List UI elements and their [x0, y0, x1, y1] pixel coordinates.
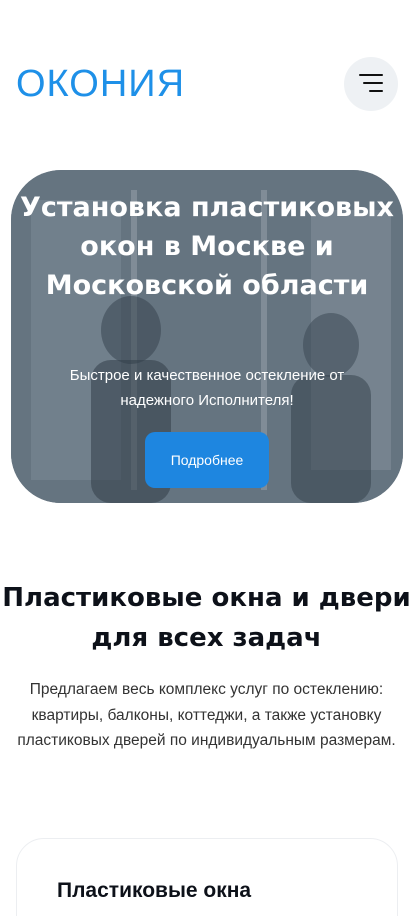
hero-title: Установка пластиковых окон в Москве и Мо… — [20, 192, 394, 301]
hamburger-menu-icon — [359, 74, 383, 76]
service-card-title: Пластиковые окна — [57, 879, 252, 902]
menu-button[interactable] — [344, 57, 398, 111]
hamburger-line — [363, 82, 383, 84]
service-card[interactable]: Пластиковые окна — [16, 838, 398, 916]
site-logo[interactable]: ОКОНИЯ — [16, 62, 185, 106]
hamburger-line — [369, 90, 383, 92]
site-header: ОКОНИЯ — [0, 0, 413, 170]
section-title: Пластиковые окна и двери для всех задач — [2, 583, 411, 653]
hero-banner: Установка пластиковых окон в Москве и Мо… — [11, 170, 403, 503]
hero-subtitle: Быстрое и качественное остекление от над… — [69, 367, 345, 409]
more-button[interactable]: Подробнее — [145, 432, 269, 488]
section-description: Предлагаем весь комплекс услуг по остекл… — [17, 681, 396, 749]
